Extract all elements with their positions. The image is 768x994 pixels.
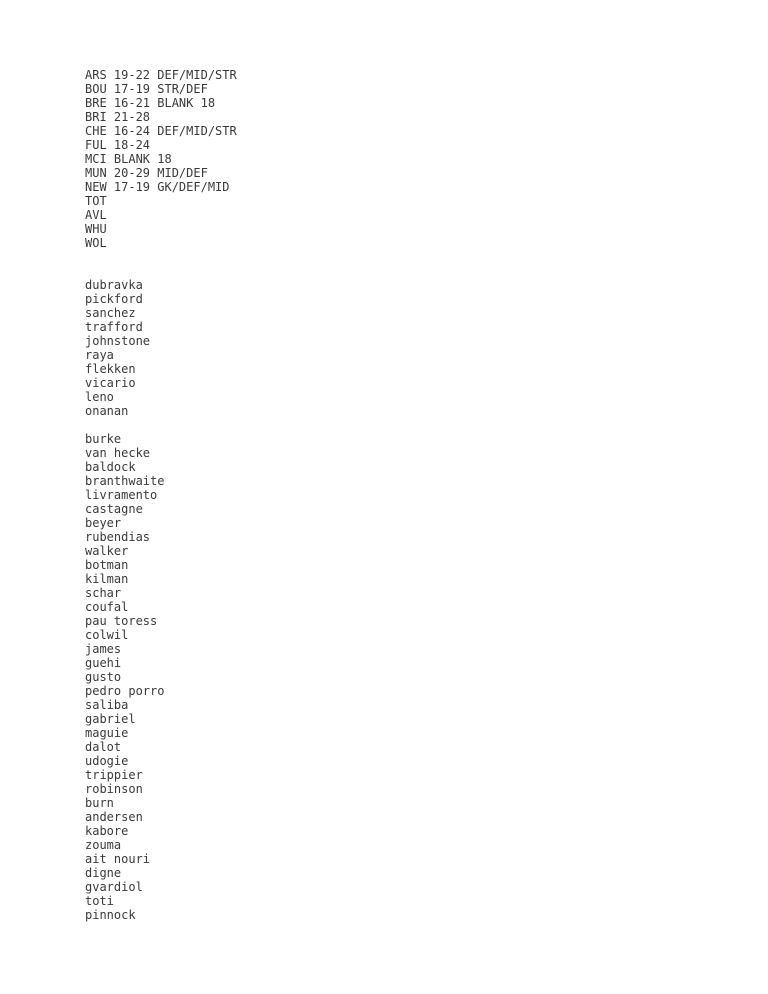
text-line: rubendias	[85, 530, 151, 544]
text-line: beyer	[85, 516, 122, 530]
text-line: kilman	[85, 572, 129, 586]
text-line: vicario	[85, 376, 136, 390]
text-line: colwil	[85, 628, 129, 642]
goalkeeper-list: dubravka pickford sanchez trafford johnstone…	[85, 278, 768, 418]
text-line: botman	[85, 558, 129, 572]
text-line: robinson	[85, 782, 143, 796]
team-fixture-notes: ARS 19-22 DEF/MID/STR BOU 17-19 STR/DEF BR…	[85, 68, 768, 250]
text-line: ait nouri	[85, 852, 151, 866]
text-line: digne	[85, 866, 122, 880]
text-line: van hecke	[85, 446, 151, 460]
text-line: onanan	[85, 404, 129, 418]
text-line: schar	[85, 586, 122, 600]
text-line: walker	[85, 544, 129, 558]
text-line: johnstone	[85, 334, 151, 348]
text-line: raya	[85, 348, 114, 362]
text-line: BOU 17-19 STR/DEF	[85, 82, 208, 96]
text-line: NEW 17-19 GK/DEF/MID	[85, 180, 230, 194]
document-page: ARS 19-22 DEF/MID/STR BOU 17-19 STR/DEF BR…	[0, 0, 768, 994]
text-line: burke	[85, 432, 122, 446]
text-line: toti	[85, 894, 114, 908]
text-line: baldock	[85, 460, 136, 474]
text-line: MUN 20-29 MID/DEF	[85, 166, 208, 180]
text-line: coufal	[85, 600, 129, 614]
text-line: branthwaite	[85, 474, 165, 488]
text-line: TOT	[85, 194, 107, 208]
text-line: gvardiol	[85, 880, 143, 894]
text-line: pickford	[85, 292, 143, 306]
text-line: zouma	[85, 838, 122, 852]
text-line: WHU	[85, 222, 107, 236]
defender-list: burke van hecke baldock branthwaite livramen…	[85, 432, 768, 922]
text-line: sanchez	[85, 306, 136, 320]
text-line: BRI 21-28	[85, 110, 151, 124]
text-line: FUL 18-24	[85, 138, 151, 152]
text-line: dalot	[85, 740, 122, 754]
text-line: guehi	[85, 656, 122, 670]
text-line: james	[85, 642, 122, 656]
text-line: WOL	[85, 236, 107, 250]
text-line: ARS 19-22 DEF/MID/STR	[85, 68, 237, 82]
text-line: udogie	[85, 754, 129, 768]
text-line: andersen	[85, 810, 143, 824]
text-line: livramento	[85, 488, 158, 502]
text-line: dubravka	[85, 278, 143, 292]
text-line: kabore	[85, 824, 129, 838]
text-line: gusto	[85, 670, 122, 684]
text-line: flekken	[85, 362, 136, 376]
text-line: gabriel	[85, 712, 136, 726]
plain-text-content: ARS 19-22 DEF/MID/STR BOU 17-19 STR/DEF BR…	[85, 68, 768, 922]
text-line: pinnock	[85, 908, 136, 922]
text-line: leno	[85, 390, 114, 404]
text-line: AVL	[85, 208, 107, 222]
text-line: MCI BLANK 18	[85, 152, 172, 166]
text-line: trafford	[85, 320, 143, 334]
text-line: trippier	[85, 768, 143, 782]
text-line: maguie	[85, 726, 129, 740]
text-line: CHE 16-24 DEF/MID/STR	[85, 124, 237, 138]
text-line: pau toress	[85, 614, 158, 628]
text-line: burn	[85, 796, 114, 810]
text-line: pedro porro	[85, 684, 165, 698]
text-line: BRE 16-21 BLANK 18	[85, 96, 216, 110]
text-line: saliba	[85, 698, 129, 712]
text-line: castagne	[85, 502, 143, 516]
